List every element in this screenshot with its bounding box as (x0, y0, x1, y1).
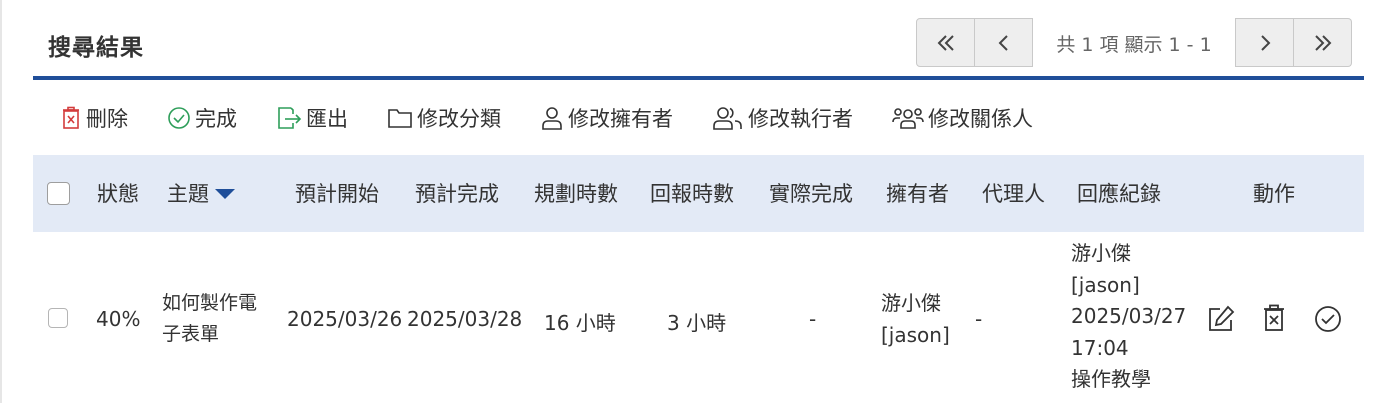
edit-category-button[interactable]: 修改分類 (387, 103, 501, 133)
check-circle-icon (168, 106, 190, 129)
delete-icon (1264, 304, 1284, 331)
row-owner-name: 游小傑 (881, 291, 941, 315)
column-planned-hours[interactable]: 規劃時數 (534, 178, 618, 208)
row-owner: 游小傑 [jason] (881, 287, 950, 351)
edit-owner-label: 修改擁有者 (568, 106, 673, 131)
column-reported-hours[interactable]: 回報時數 (650, 178, 734, 208)
page-left-border (0, 0, 2, 403)
complete-button[interactable]: 完成 (167, 103, 237, 133)
log-date: 2025/03/27 (1071, 304, 1187, 328)
row-reported-hours: 3 小時 (667, 311, 727, 335)
pagination: 共 1 項 顯示 1 - 1 (916, 18, 1352, 67)
folder-icon (388, 108, 412, 128)
sort-desc-icon (215, 189, 235, 199)
first-page-button[interactable] (916, 18, 975, 67)
row-planned-finish: 2025/03/28 (407, 307, 523, 331)
table-header: 狀態 主題 預計開始 預計完成 規劃時數 回報時數 實際完成 擁有者 代理人 回… (33, 155, 1364, 232)
user-icon (542, 106, 562, 130)
select-all-checkbox[interactable] (47, 182, 70, 205)
column-agent[interactable]: 代理人 (982, 178, 1045, 208)
log-time: 17:04 (1071, 335, 1129, 360)
action-toolbar: 刪除 完成 匯出 修改分類 修改擁有者 修改執行者 修改關係人 (33, 80, 1364, 155)
row-checkbox[interactable] (48, 308, 68, 328)
next-page-button[interactable] (1235, 18, 1294, 67)
row-planned-hours: 16 小時 (544, 311, 616, 335)
edit-related-label: 修改關係人 (928, 106, 1033, 131)
column-status[interactable]: 狀態 (97, 178, 139, 208)
edit-category-label: 修改分類 (417, 106, 501, 131)
double-chevron-left-icon (937, 34, 954, 51)
export-label: 匯出 (306, 106, 348, 131)
row-subject-line2: 子表單 (162, 323, 220, 345)
column-planned-finish[interactable]: 預計完成 (415, 178, 499, 208)
double-chevron-right-icon (1314, 34, 1331, 51)
delete-row-button[interactable] (1262, 304, 1286, 336)
edit-icon (1209, 305, 1235, 331)
column-subject[interactable]: 主題 (167, 178, 235, 208)
export-icon (278, 106, 302, 129)
complete-label: 完成 (195, 106, 237, 131)
column-owner[interactable]: 擁有者 (886, 178, 949, 208)
chevron-right-icon (1260, 34, 1270, 51)
log-note: 操作教學 (1071, 367, 1151, 391)
row-agent: - (975, 307, 983, 331)
row-owner-id: [jason] (881, 323, 950, 347)
column-actual-finish[interactable]: 實際完成 (769, 178, 853, 208)
column-planned-start[interactable]: 預計開始 (295, 178, 379, 208)
page-title: 搜尋結果 (48, 35, 144, 61)
users-icon (713, 106, 742, 130)
delete-icon (63, 106, 79, 129)
column-subject-label: 主題 (167, 182, 209, 206)
delete-button[interactable]: 刪除 (60, 103, 128, 133)
prev-page-button[interactable] (975, 18, 1033, 67)
row-subject[interactable]: 如何製作電 子表單 (162, 288, 257, 350)
edit-row-button[interactable] (1207, 305, 1235, 337)
complete-row-button[interactable] (1314, 305, 1342, 337)
check-circle-icon (1315, 306, 1341, 332)
row-status: 40% (96, 307, 141, 331)
edit-executor-button[interactable]: 修改執行者 (712, 103, 853, 133)
chevron-left-icon (998, 34, 1008, 51)
row-planned-start: 2025/03/26 (287, 307, 403, 331)
column-response-log[interactable]: 回應紀錄 (1077, 178, 1161, 208)
edit-owner-button[interactable]: 修改擁有者 (540, 103, 673, 133)
row-subject-line1: 如何製作電 (162, 292, 258, 314)
page-info: 共 1 項 顯示 1 - 1 (1056, 33, 1212, 56)
export-button[interactable]: 匯出 (276, 103, 348, 133)
log-name: 游小傑 (1071, 241, 1131, 265)
edit-related-button[interactable]: 修改關係人 (892, 103, 1033, 133)
row-actual-finish: - (809, 307, 817, 331)
column-actions: 動作 (1253, 182, 1295, 206)
user-group-icon (892, 107, 924, 129)
delete-label: 刪除 (86, 106, 128, 131)
edit-executor-label: 修改執行者 (748, 106, 853, 131)
row-response-log: 游小傑 [jason] 2025/03/27 17:04 操作教學 (1071, 238, 1186, 396)
log-id: [jason] (1071, 272, 1140, 297)
table-row: 40% 如何製作電 子表單 2025/03/26 2025/03/28 16 小… (33, 232, 1364, 403)
last-page-button[interactable] (1294, 18, 1352, 67)
